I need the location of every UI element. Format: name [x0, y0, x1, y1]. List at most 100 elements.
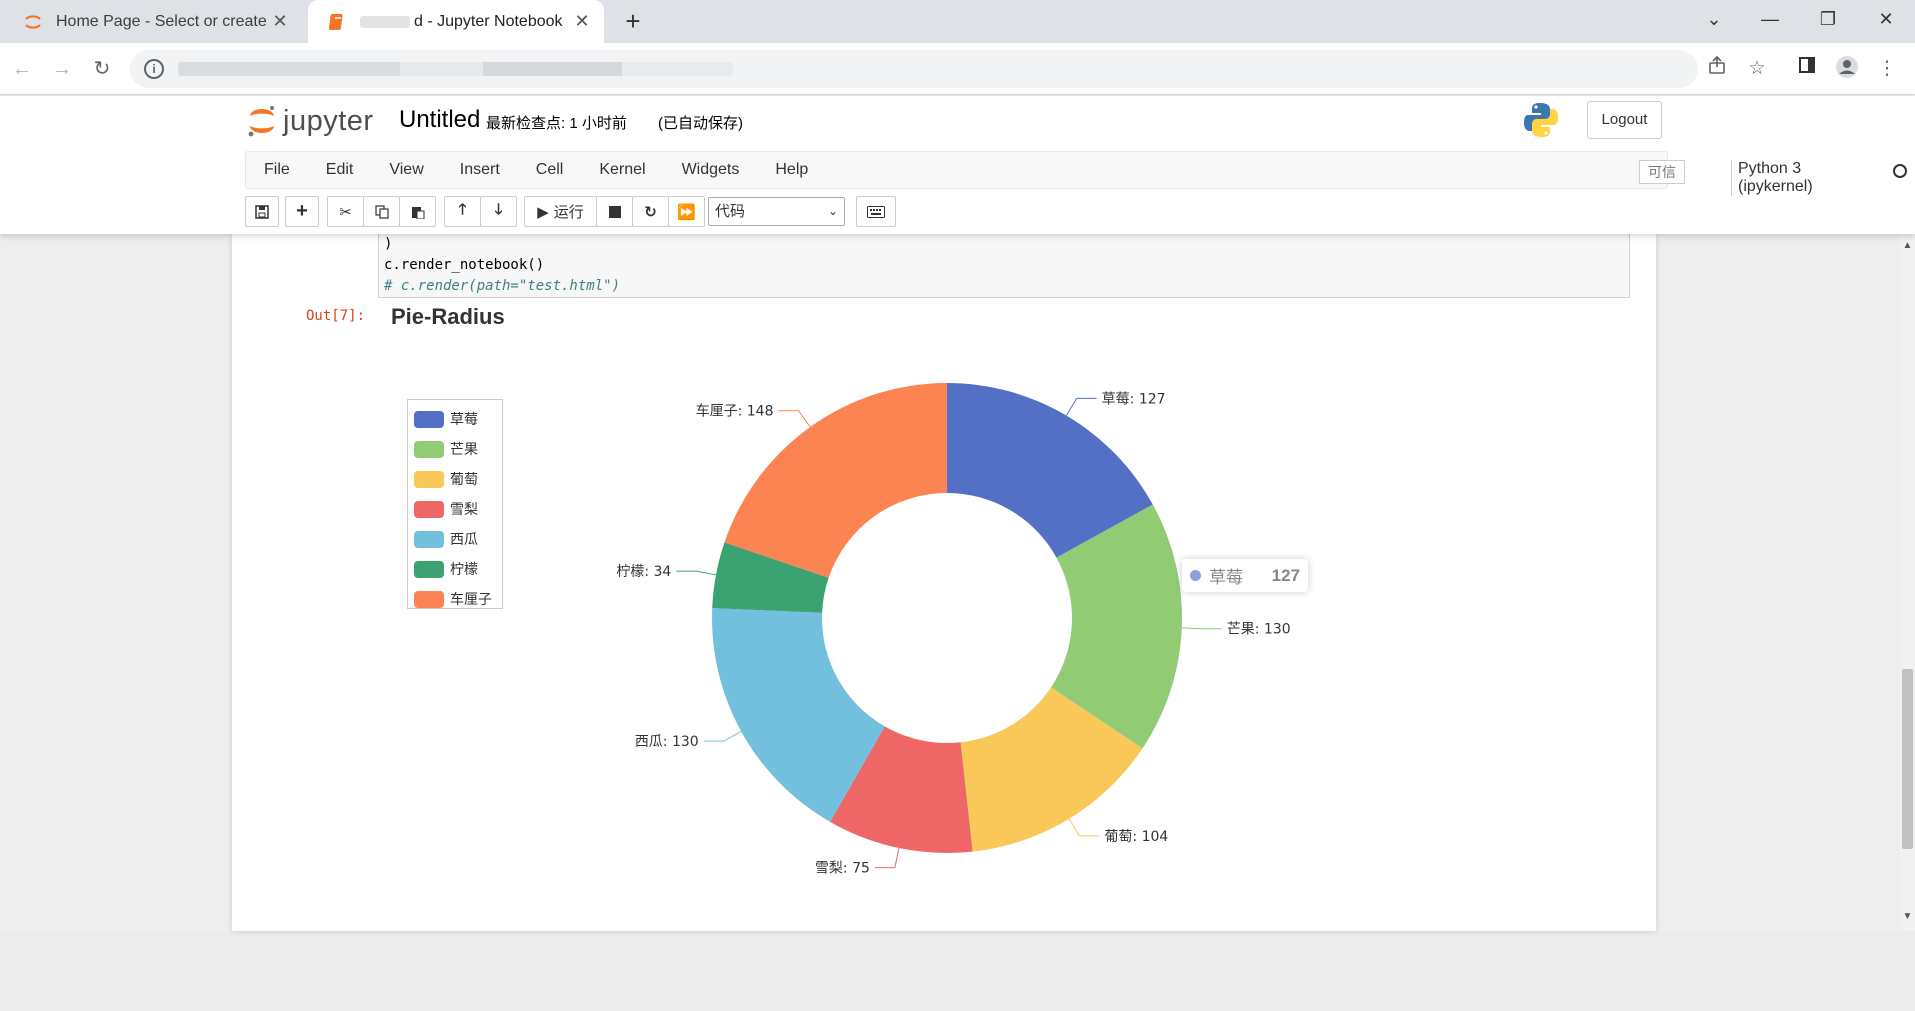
autosave-status: (已自动保存): [658, 115, 743, 132]
back-arrow-icon[interactable]: ←: [6, 53, 38, 85]
scroll-up-icon[interactable]: ▲: [1900, 240, 1915, 251]
browser-tab-notebook[interactable]: d - Jupyter Notebook ✕: [308, 0, 604, 43]
side-panel-icon[interactable]: [1793, 55, 1821, 83]
tooltip-name: 草莓: [1209, 568, 1243, 587]
menu-view[interactable]: View: [371, 161, 441, 179]
tab-title: Home Page - Select or create: [56, 12, 266, 30]
address-bar[interactable]: i: [130, 50, 1698, 88]
chevron-down-icon: ⌄: [827, 204, 838, 218]
bookmark-star-icon[interactable]: ☆: [1743, 55, 1771, 83]
checkpoint-status: 最新检查点: 1 小时前: [486, 115, 627, 132]
jupyter-logo-icon: [248, 106, 274, 137]
command-palette-button[interactable]: [856, 196, 896, 227]
label-leader-line: [1066, 397, 1097, 416]
legend-item[interactable]: 雪梨: [414, 494, 502, 524]
legend-item[interactable]: 草莓: [414, 404, 502, 434]
menu-help[interactable]: Help: [757, 161, 826, 179]
legend-item[interactable]: 葡萄: [414, 464, 502, 494]
close-tab-icon[interactable]: ✕: [568, 11, 596, 32]
cut-button[interactable]: ✂: [327, 196, 364, 227]
jupyter-logo[interactable]: jupyter: [247, 103, 374, 139]
minimize-button[interactable]: —: [1741, 0, 1799, 40]
python-logo-icon: [1523, 101, 1559, 144]
interrupt-button[interactable]: [596, 196, 633, 227]
slice-label: 芒果: 130: [1227, 622, 1291, 638]
tab-search-icon[interactable]: ⌄: [1685, 0, 1743, 40]
play-icon: ▶: [537, 203, 549, 221]
menu-bar: File Edit View Insert Cell Kernel Widget…: [245, 151, 1907, 196]
slice-label: 西瓜: 130: [635, 734, 699, 750]
label-leader-line: [676, 570, 717, 576]
arrow-down-icon: 🡓: [494, 201, 503, 218]
logout-button[interactable]: Logout: [1587, 101, 1662, 139]
slice-label: 车厘子: 148: [696, 403, 774, 420]
scrollbar-thumb[interactable]: [1902, 669, 1913, 849]
menu-insert[interactable]: Insert: [442, 161, 518, 179]
menu-widgets[interactable]: Widgets: [664, 161, 758, 179]
paste-button[interactable]: [399, 196, 436, 227]
cell-type-value: 代码: [715, 203, 746, 220]
slice-label: 葡萄: 104: [1104, 829, 1168, 845]
restart-icon: ↻: [644, 203, 657, 221]
kernel-name[interactable]: Python 3 (ipykernel): [1731, 160, 1813, 196]
legend-item[interactable]: 西瓜: [414, 524, 502, 554]
browser-tab-home[interactable]: Home Page - Select or create ✕: [4, 0, 302, 43]
legend-swatch: [414, 530, 444, 548]
reload-icon[interactable]: ↻: [86, 53, 118, 85]
move-down-button[interactable]: 🡓: [480, 196, 517, 227]
scroll-down-icon[interactable]: ▼: [1900, 911, 1915, 922]
legend-label: 柠檬: [450, 561, 478, 577]
notebook-favicon-icon: [326, 11, 348, 33]
legend-swatch: [414, 410, 444, 428]
run-label: 运行: [553, 204, 584, 221]
legend-item[interactable]: 柠檬: [414, 554, 502, 584]
tab-title: d - Jupyter Notebook: [414, 12, 563, 30]
save-button[interactable]: [245, 196, 279, 227]
trusted-indicator[interactable]: 可信: [1639, 160, 1685, 184]
label-leader-line: [1068, 818, 1100, 837]
scissors-icon: ✂: [339, 203, 352, 221]
label-leader-line: [778, 410, 811, 428]
menu-edit[interactable]: Edit: [308, 161, 372, 179]
slice-label: 草莓: 127: [1102, 391, 1166, 407]
close-window-button[interactable]: ✕: [1857, 0, 1915, 40]
menu-kebab-icon[interactable]: ⋮: [1873, 55, 1901, 83]
legend-swatch: [414, 470, 444, 488]
fast-forward-icon: ⏩: [677, 203, 696, 221]
new-tab-button[interactable]: +: [618, 6, 648, 36]
legend-label: 西瓜: [450, 531, 478, 547]
menu-cell[interactable]: Cell: [518, 161, 582, 179]
jupyter-favicon-icon: [22, 11, 44, 33]
share-icon[interactable]: [1703, 55, 1731, 83]
label-leader-line: [1181, 627, 1222, 630]
browser-nav-bar: ← → ↻ i ☆ ⋮: [0, 43, 1915, 95]
site-info-icon[interactable]: i: [144, 59, 164, 79]
maximize-button[interactable]: ❐: [1799, 0, 1857, 40]
legend-swatch: [414, 500, 444, 518]
profile-avatar-icon[interactable]: [1833, 55, 1861, 83]
insert-cell-button[interactable]: +: [285, 196, 319, 227]
legend-item[interactable]: 车厘子: [414, 584, 502, 614]
slice-label: 柠檬: 34: [616, 564, 671, 580]
tooltip-value: 127: [1271, 565, 1300, 585]
chart-legend: 草莓 芒果 葡萄 雪梨 西瓜 柠檬 车厘子: [407, 399, 503, 609]
slice-label: 雪梨: 75: [815, 861, 870, 877]
page-scrollbar[interactable]: ▲ ▼: [1900, 234, 1915, 931]
legend-label: 雪梨: [450, 501, 478, 517]
save-icon: [255, 204, 269, 219]
menu-file[interactable]: File: [246, 161, 308, 179]
forward-arrow-icon[interactable]: →: [46, 53, 78, 85]
close-tab-icon[interactable]: ✕: [266, 11, 294, 32]
legend-swatch: [414, 590, 444, 608]
menu-kernel[interactable]: Kernel: [581, 161, 663, 179]
legend-item[interactable]: 芒果: [414, 434, 502, 464]
restart-button[interactable]: ↻: [632, 196, 669, 227]
restart-run-all-button[interactable]: ⏩: [668, 196, 705, 227]
legend-label: 草莓: [450, 411, 478, 427]
cell-type-select[interactable]: 代码 ⌄: [708, 197, 845, 226]
move-up-button[interactable]: 🡑: [444, 196, 481, 227]
run-button[interactable]: ▶ 运行: [524, 196, 597, 227]
notebook-name[interactable]: Untitled: [399, 106, 480, 134]
legend-label: 芒果: [450, 441, 478, 457]
copy-button[interactable]: [363, 196, 400, 227]
